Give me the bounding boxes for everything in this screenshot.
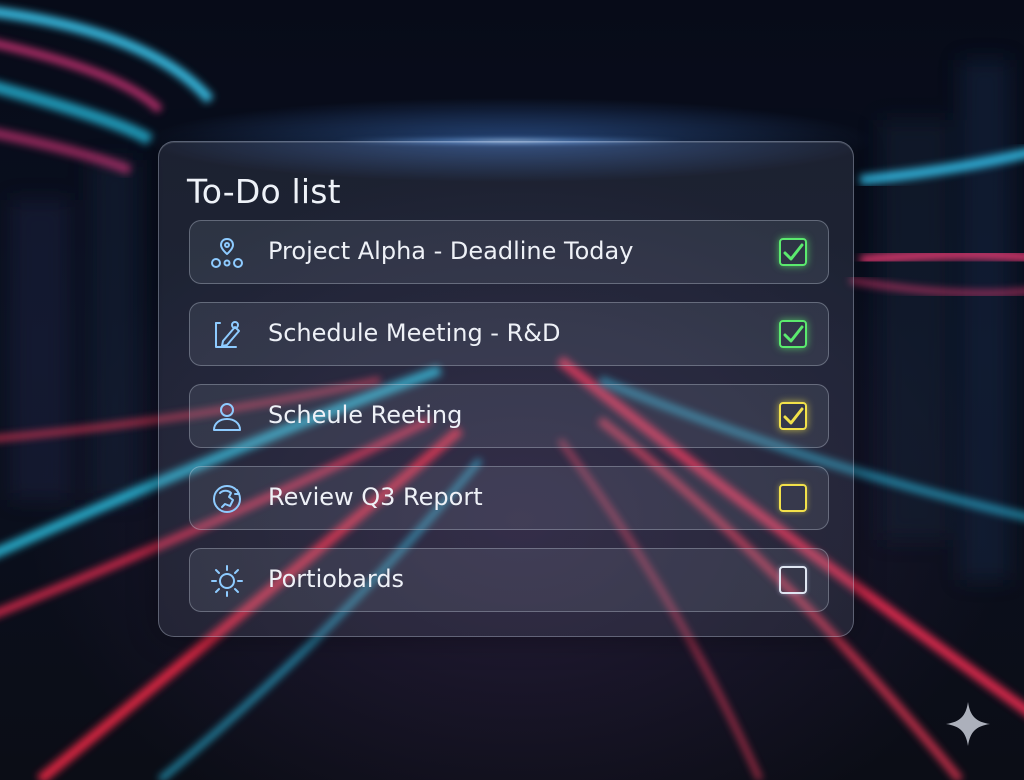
- task-label: Schedule Meeting - R&D: [268, 319, 561, 347]
- user-icon: [208, 399, 246, 435]
- task-label: Project Alpha - Deadline Today: [268, 237, 634, 265]
- sun-icon: [208, 563, 246, 599]
- panel-title: To-Do list: [187, 172, 341, 211]
- sparkle-icon: [946, 702, 990, 746]
- task-checkbox[interactable]: [779, 566, 807, 594]
- location-pin-nodes-icon: [208, 235, 246, 271]
- task-row-schedule-meeting[interactable]: Schedule Meeting - R&D: [189, 302, 829, 366]
- task-label: Portiobards: [268, 565, 405, 593]
- task-row-review-q3-report[interactable]: Review Q3 Report: [189, 466, 829, 530]
- checkmark-icon: [783, 243, 804, 261]
- task-checkbox[interactable]: [779, 238, 807, 266]
- task-checkbox[interactable]: [779, 402, 807, 430]
- checkmark-icon: [783, 325, 804, 343]
- calendar-edit-icon: [208, 317, 246, 353]
- checkmark-icon: [783, 407, 804, 425]
- todo-panel: To-Do list Project Alpha - Deadline Toda…: [158, 141, 854, 637]
- task-checkbox[interactable]: [779, 484, 807, 512]
- task-label: Scheule Reeting: [268, 401, 463, 429]
- refresh-globe-icon: [208, 481, 246, 517]
- task-label: Review Q3 Report: [268, 483, 483, 511]
- task-row-portiobards[interactable]: Portiobards: [189, 548, 829, 612]
- screen: To-Do list Project Alpha - Deadline Toda…: [0, 0, 1024, 780]
- task-row-project-alpha[interactable]: Project Alpha - Deadline Today: [189, 220, 829, 284]
- task-row-scheule-reeting[interactable]: Scheule Reeting: [189, 384, 829, 448]
- task-checkbox[interactable]: [779, 320, 807, 348]
